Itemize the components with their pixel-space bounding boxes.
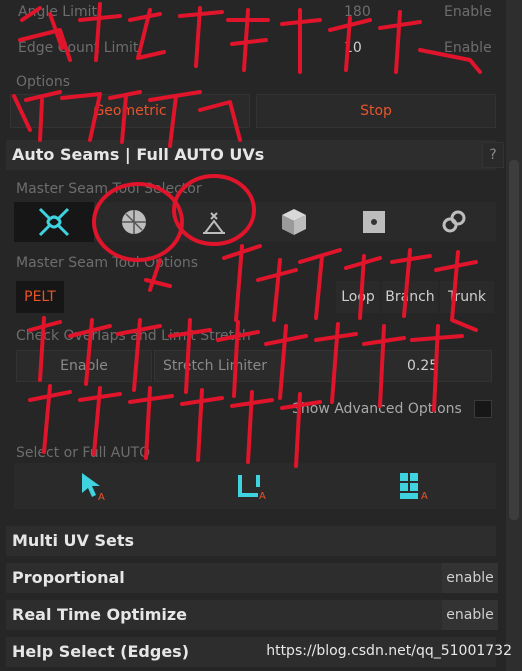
fold-icon	[203, 212, 225, 234]
stretch-limiter-slider[interactable]: Stretch Limiter 0.25	[154, 350, 492, 382]
tool-5-button[interactable]	[334, 205, 414, 239]
multi-uv-sets-header[interactable]: Multi UV Sets	[6, 526, 496, 556]
proportional-enable-button[interactable]: enable	[442, 563, 498, 593]
scroll-thumb[interactable]	[509, 160, 519, 520]
branch-button[interactable]: Branch	[382, 281, 438, 313]
show-advanced-label: Show Advanced Options	[292, 401, 462, 417]
auto-unwrap-icon[interactable]: A	[236, 471, 270, 501]
edge-count-label: Edge Count Limit	[18, 40, 139, 56]
show-advanced-checkbox[interactable]	[474, 400, 492, 418]
tool-4-button[interactable]	[254, 205, 334, 239]
proportional-title: Proportional	[12, 568, 125, 587]
edge-count-row: Edge Count Limit 10 Enable	[6, 36, 496, 62]
stretch-limiter-value: 0.25	[407, 358, 439, 374]
tool-3-button[interactable]	[174, 205, 254, 239]
auto-seams-title: Auto Seams | Full AUTO UVs	[12, 145, 265, 164]
help-button[interactable]: ?	[482, 142, 504, 168]
stretch-limiter-label: Stretch Limiter	[163, 358, 268, 374]
trunk-button[interactable]: Trunk	[440, 281, 494, 313]
uv-tool-panel: Angle Limit 180 Enable Edge Count Limit …	[0, 0, 506, 671]
watermark: https://blog.csdn.net/qq_51001732	[266, 643, 512, 659]
options-label: Options	[16, 74, 71, 90]
seam-tool-selector	[14, 202, 496, 242]
help-select-edges-title: Help Select (Edges)	[12, 642, 189, 661]
seam-tool-selector-label: Master Seam Tool Selector	[16, 181, 202, 197]
check-overlaps-label: Check Overlaps and Limit Stretch	[16, 328, 251, 344]
real-time-optimize-enable-button[interactable]: enable	[442, 600, 498, 630]
tool-6-button[interactable]	[414, 205, 494, 239]
geometric-button[interactable]: Geometric	[10, 94, 250, 128]
tool-2-button[interactable]	[94, 205, 174, 239]
real-time-optimize-title: Real Time Optimize	[12, 605, 188, 624]
svg-text:A: A	[259, 491, 266, 501]
tool-1-button[interactable]	[14, 202, 94, 242]
angle-limit-value[interactable]: 180	[344, 4, 371, 20]
cube-icon	[282, 209, 306, 235]
select-or-full-auto-label: Select or Full AUTO	[16, 445, 151, 461]
enable-button[interactable]: Enable	[16, 350, 152, 382]
proportional-header[interactable]: Proportional	[6, 563, 496, 593]
pelt-button[interactable]: PELT	[16, 281, 64, 313]
stop-button[interactable]: Stop	[256, 94, 496, 128]
auto-uv-toolbar: A A A	[14, 463, 496, 509]
unwrap-icon	[38, 207, 70, 237]
scrollbar[interactable]	[506, 0, 522, 671]
select-square-icon	[363, 211, 385, 233]
edge-count-value[interactable]: 10	[344, 40, 362, 56]
loop-button[interactable]: Loop	[336, 281, 380, 313]
edge-count-enable[interactable]: Enable	[444, 40, 492, 56]
real-time-optimize-header[interactable]: Real Time Optimize	[6, 600, 496, 630]
link-icon	[442, 210, 466, 233]
angle-limit-row: Angle Limit 180 Enable	[6, 0, 496, 26]
svg-text:A: A	[421, 491, 428, 501]
angle-limit-label: Angle Limit	[18, 4, 97, 20]
multi-uv-sets-title: Multi UV Sets	[12, 531, 134, 550]
auto-pack-icon[interactable]: A	[398, 471, 432, 501]
angle-limit-enable[interactable]: Enable	[444, 4, 492, 20]
select-cursor-icon[interactable]: A	[78, 471, 108, 501]
sphere-icon	[122, 210, 146, 234]
seam-tool-options-label: Master Seam Tool Options	[16, 255, 199, 271]
auto-seams-header[interactable]: Auto Seams | Full AUTO UVs	[6, 140, 496, 170]
svg-text:A: A	[98, 492, 105, 501]
